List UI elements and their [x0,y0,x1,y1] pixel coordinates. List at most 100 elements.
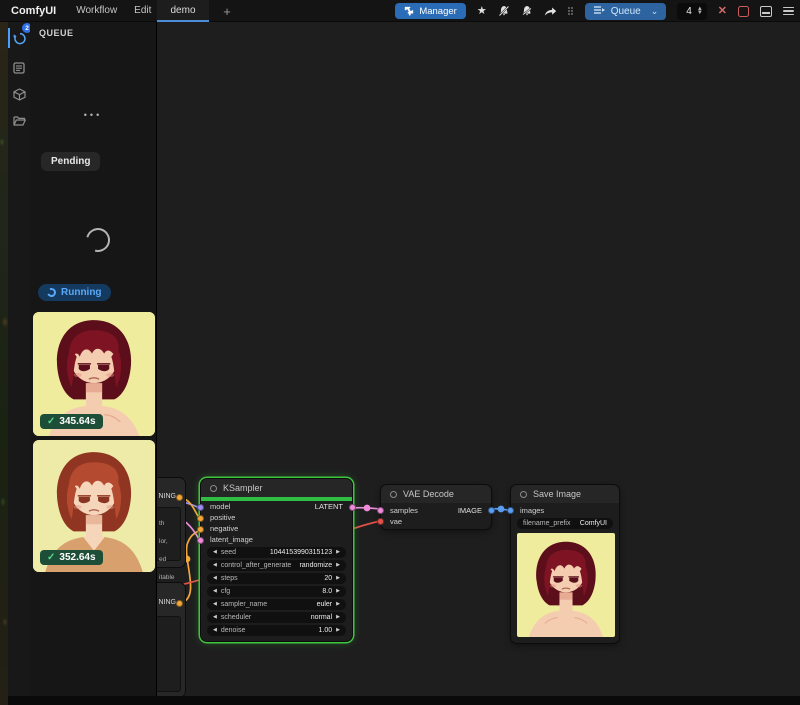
control-after-generate-widget[interactable]: ◀ control_after_generate randomize ▶ [207,560,346,571]
conditioning-output-pin[interactable] [176,494,183,501]
widget-value: 1.00 [319,627,333,634]
decrement-icon[interactable]: ◀ [213,628,217,633]
image-reroute-dot [498,506,505,513]
new-tab-button[interactable]: + [218,0,236,22]
input-label-images: images [520,506,544,515]
menu-edit[interactable]: Edit [134,5,151,16]
duration-value: 352.64s [59,552,95,563]
duration-badge: ✓ 345.64s [40,414,103,429]
duration-badge: ✓ 352.64s [40,550,103,565]
prompt-fragment: itable [159,573,180,582]
vae-input-pin[interactable] [377,518,384,525]
latent-image-input-pin[interactable] [197,537,204,544]
queue-history-icon [13,32,26,45]
pending-section-label[interactable]: Pending [41,152,100,171]
latent-output-pin[interactable] [349,504,356,511]
decrement-icon[interactable]: ◀ [213,615,217,620]
input-label-latent-image: latent_image [210,535,253,544]
vae-decode-node[interactable]: VAE Decode samples IMAGE vae [380,484,492,530]
widget-value: normal [311,614,332,621]
increment-icon[interactable]: ▶ [336,628,340,633]
ksampler-node[interactable]: KSampler model LATENT positive negative … [200,478,353,642]
queue-icon [593,5,605,18]
increment-icon[interactable]: ▶ [336,602,340,607]
toolbar-drag-handle[interactable] [568,7,574,16]
increment-icon[interactable]: ▶ [336,550,340,555]
decrement-icon[interactable]: ◀ [213,589,217,594]
input-label-positive: positive [210,513,235,522]
ksampler-header[interactable]: KSampler [201,479,352,497]
input-label-negative: negative [210,524,238,533]
decrement-icon[interactable]: ◀ [213,602,217,607]
widget-label: scheduler [221,614,251,621]
batch-count-value: 4 [686,6,692,17]
check-icon: ✓ [47,552,55,563]
widget-label: seed [221,549,236,556]
background-strip [0,22,8,705]
puzzle-icon [404,6,414,16]
save-image-node[interactable]: Save Image images filename_prefix ComfyU… [510,484,620,644]
increment-icon[interactable]: ▶ [336,576,340,581]
queue-result-thumbnail[interactable]: ✓ 352.64s [33,440,155,572]
model-input-pin[interactable] [197,504,204,511]
widget-label: control_after_generate [221,562,291,569]
bell-slash-icon-2[interactable] [521,5,533,17]
cfg-widget[interactable]: ◀ cfg 8.0 ▶ [207,586,346,597]
sidebar-item-model-library[interactable] [8,82,30,106]
clear-queue-icon[interactable]: ✕ [718,6,727,17]
hamburger-menu-icon[interactable] [783,7,794,16]
collapse-dot-icon[interactable] [210,485,217,492]
sampler-name-widget[interactable]: ◀ sampler_name euler ▶ [207,599,346,610]
cube-icon [13,88,26,101]
negative-input-pin[interactable] [197,526,204,533]
samples-input-pin[interactable] [377,507,384,514]
icon-sidebar: 2 [8,22,30,696]
steps-widget[interactable]: ◀ steps 20 ▶ [207,573,346,584]
widget-label: denoise [221,627,246,634]
vae-decode-header[interactable]: VAE Decode [381,485,491,503]
seed-widget[interactable]: ◀ seed 1044153990315123 ▶ [207,547,346,558]
decrement-icon[interactable]: ◀ [213,576,217,581]
denoise-widget[interactable]: ◀ denoise 1.00 ▶ [207,625,346,636]
queue-result-thumbnail[interactable]: ✓ 345.64s [33,312,155,436]
queue-button-label: Queue [611,6,641,17]
bell-slash-icon[interactable] [498,5,510,17]
sidebar-item-queue[interactable]: 2 [8,26,30,50]
save-image-preview[interactable] [517,533,615,637]
stepper-down-icon[interactable]: ▼ [697,11,703,16]
widget-label: sampler_name [221,601,267,608]
collapse-dot-icon[interactable] [390,491,397,498]
decrement-icon[interactable]: ◀ [213,563,217,568]
folder-icon [13,115,26,126]
increment-icon[interactable]: ▶ [336,615,340,620]
queue-button[interactable]: Queue ⌄ [585,3,667,20]
widget-value: ComfyUI [580,520,607,527]
increment-icon[interactable]: ▶ [336,563,340,568]
share-arrow-icon[interactable] [544,6,557,17]
menu-workflow[interactable]: Workflow [76,5,117,16]
scheduler-widget[interactable]: ◀ scheduler normal ▶ [207,612,346,623]
manager-button[interactable]: Manager [395,3,466,19]
star-icon[interactable]: ★ [477,6,487,17]
chevron-down-icon[interactable]: ⌄ [651,6,659,17]
collapse-dot-icon[interactable] [520,491,527,498]
images-input-pin[interactable] [507,507,514,514]
bottom-panel-toggle-icon[interactable] [760,6,772,17]
increment-icon[interactable]: ▶ [336,589,340,594]
decrement-icon[interactable]: ◀ [213,550,217,555]
image-output-pin[interactable] [488,507,495,514]
workflow-tab-demo[interactable]: demo [157,0,209,22]
filename-prefix-widget[interactable]: filename_prefix ComfyUI [517,518,613,529]
queue-more-ellipsis[interactable]: ••• [30,110,156,120]
conditioning-output-pin[interactable] [176,600,183,607]
batch-count-steppers[interactable]: ▲ ▼ [697,7,703,16]
stop-icon[interactable] [738,6,749,17]
duration-value: 345.64s [59,416,95,427]
app-logo[interactable]: ComfyUI [11,5,56,17]
sidebar-item-workflows[interactable] [8,108,30,132]
positive-input-pin[interactable] [197,515,204,522]
sidebar-item-node-library[interactable] [8,56,30,80]
running-badge[interactable]: Running [38,284,111,301]
save-image-header[interactable]: Save Image [511,485,619,503]
batch-count-input[interactable]: 4 ▲ ▼ [677,3,707,20]
